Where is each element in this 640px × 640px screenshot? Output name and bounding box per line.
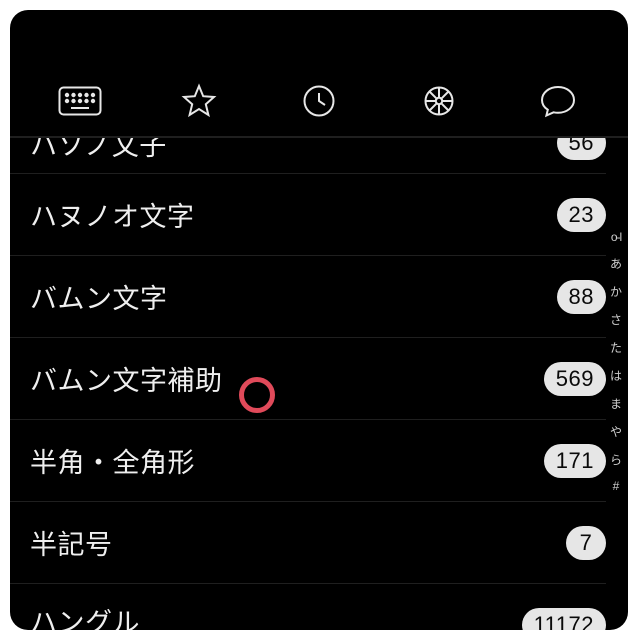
count-badge: 23 [557,198,606,232]
tab-chat[interactable] [498,66,618,136]
comment-icon [539,84,577,118]
app-frame: ハソノ乂子 56 ハヌノオ文字 23 バムン文字 88 バムン文字補助 569 … [10,10,628,630]
list-item-label: ハヌノオ文字 [30,195,557,234]
keyboard-icon [58,86,102,116]
list-item[interactable]: ハングル 11172 [10,584,606,630]
list-item-label: 半角・全角形 [30,441,544,480]
list-item[interactable]: 半角・全角形 171 [10,420,606,502]
list-item-label: ハソノ乂子 [30,138,557,163]
tab-favorites[interactable] [140,66,260,136]
index-letter[interactable]: o-l [611,230,621,244]
index-letter[interactable]: た [610,339,622,356]
clock-icon [302,84,336,118]
list-item-label: 半記号 [30,523,566,562]
list-item-label: バムン文字補助 [30,359,544,398]
count-badge: 171 [544,444,606,478]
count-badge: 88 [557,280,606,314]
list-item[interactable]: バムン文字補助 569 [10,338,606,420]
list-item[interactable]: 半記号 7 [10,502,606,584]
tab-keyboard[interactable] [20,66,140,136]
tab-settings[interactable] [379,66,499,136]
index-letter[interactable]: は [610,367,622,384]
status-gap [10,10,628,66]
list-item[interactable]: ハソノ乂子 56 [10,138,606,174]
category-list[interactable]: ハソノ乂子 56 ハヌノオ文字 23 バムン文字 88 バムン文字補助 569 … [10,138,606,630]
count-badge: 569 [544,362,606,396]
wheel-icon [421,83,457,119]
tab-recent[interactable] [259,66,379,136]
count-badge: 7 [566,526,606,560]
index-letter[interactable]: ま [610,395,622,412]
count-badge: 11172 [522,608,606,630]
index-letter[interactable]: や [610,423,622,440]
index-letter[interactable]: あ [610,255,622,272]
list-item-label: バムン文字 [30,277,557,316]
index-letter[interactable]: さ [610,311,622,328]
list-item[interactable]: ハヌノオ文字 23 [10,174,606,256]
list-item-label: ハングル [30,601,522,630]
index-letter[interactable]: ら [610,451,622,468]
index-letter[interactable]: # [613,479,620,493]
list-item[interactable]: バムン文字 88 [10,256,606,338]
star-icon [181,83,217,119]
index-letter[interactable]: か [610,283,622,300]
tab-bar [10,66,628,136]
count-badge: 56 [557,138,606,160]
section-index[interactable]: o-l あ か さ た は ま や ら # [607,230,625,580]
